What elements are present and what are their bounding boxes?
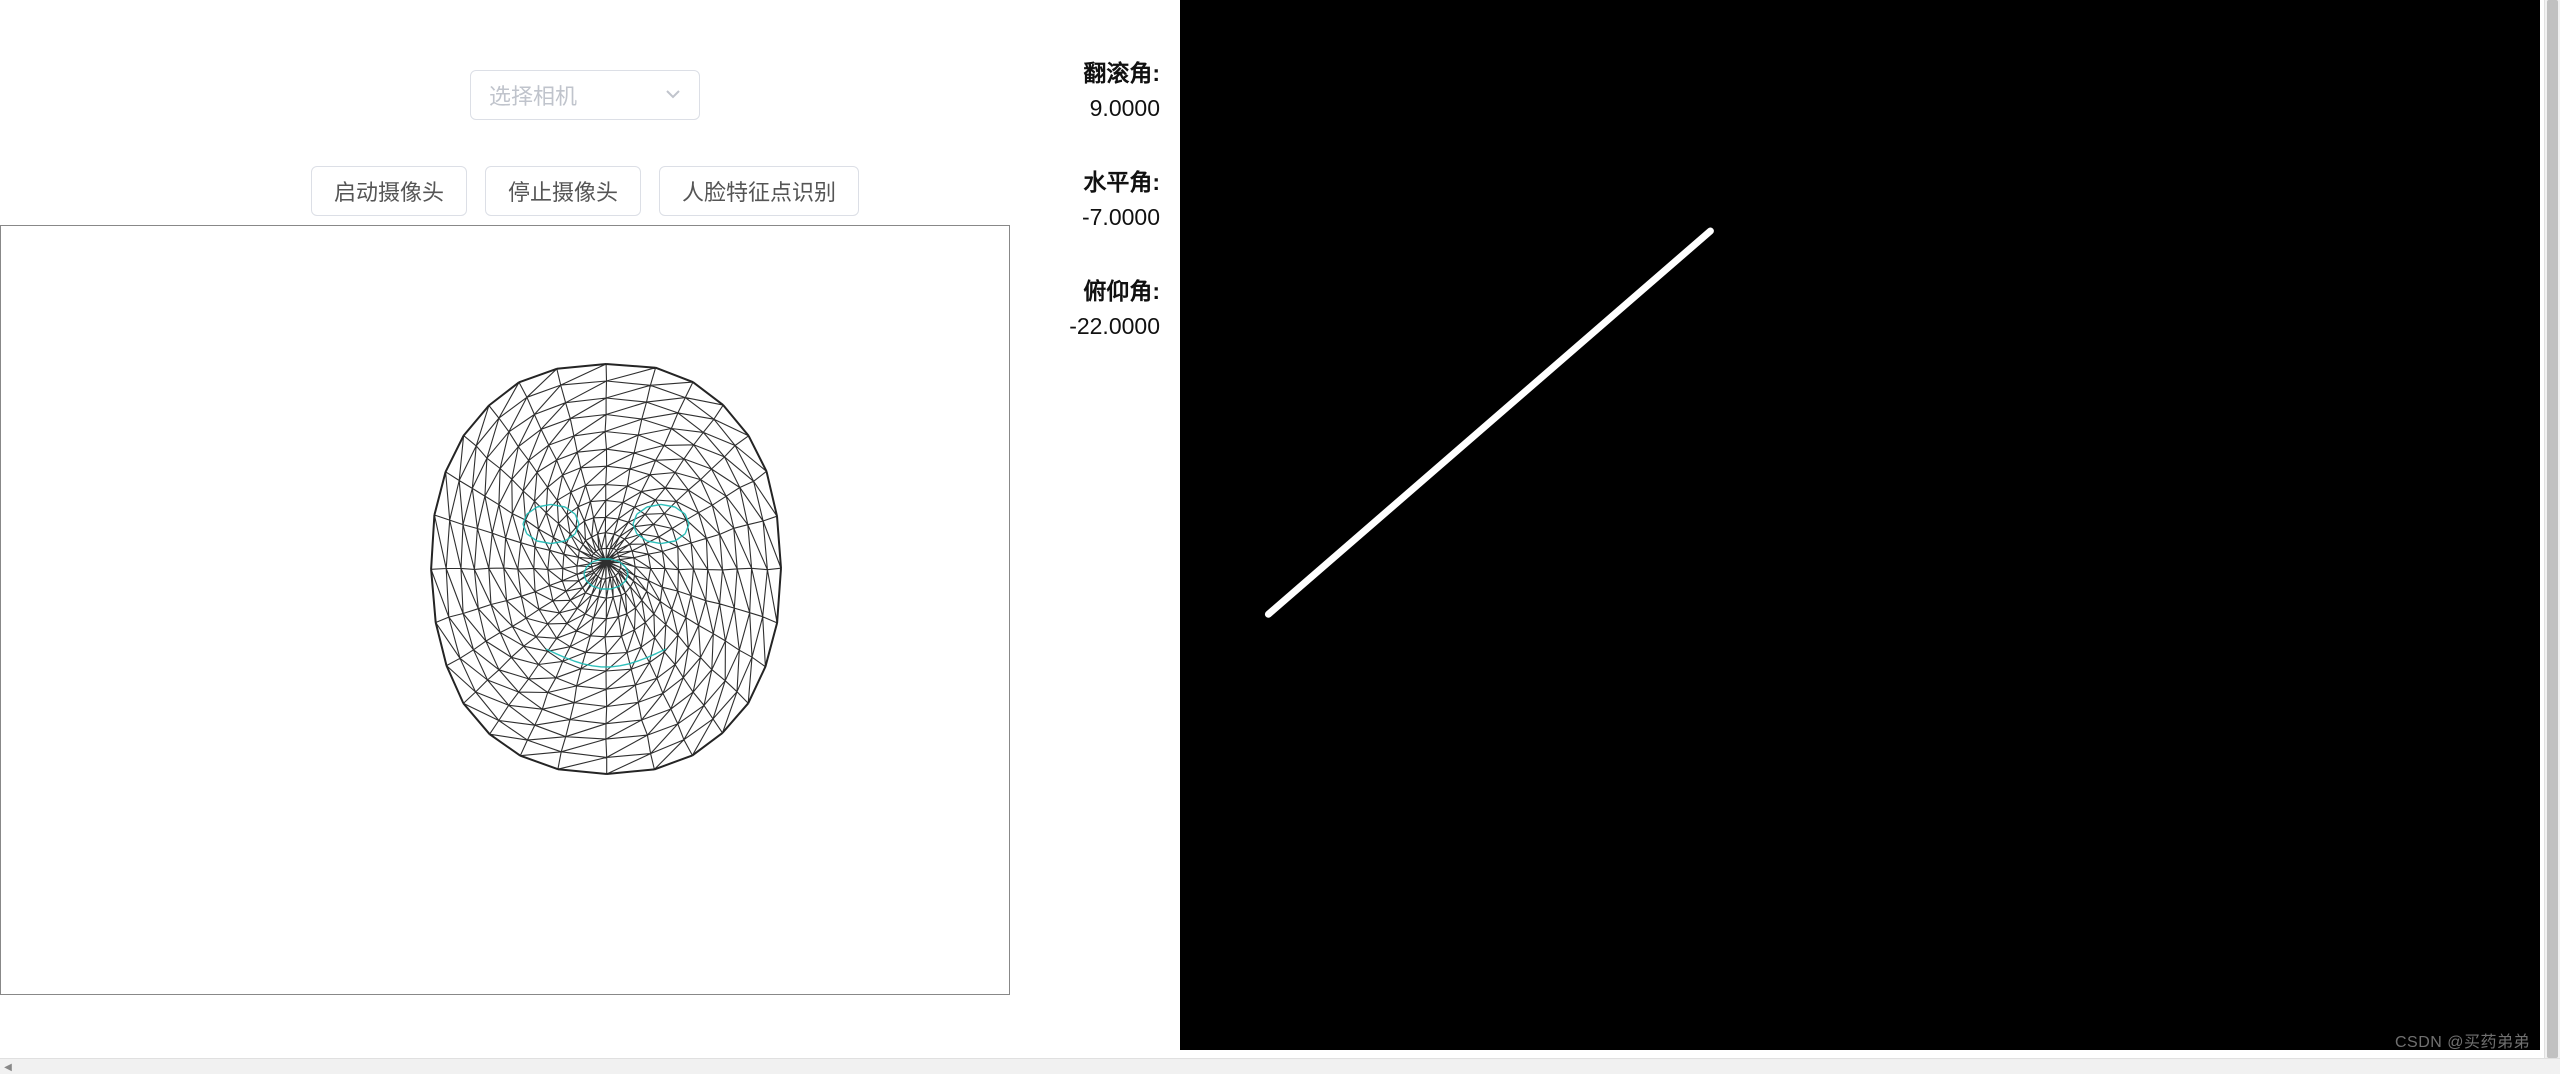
scroll-left-icon[interactable]: ◀: [0, 1059, 16, 1074]
vertical-scrollbar-thumb[interactable]: [2547, 0, 2558, 1058]
stop-camera-button[interactable]: 停止摄像头: [485, 166, 641, 216]
pitch-value: -22.0000: [1040, 309, 1160, 344]
face-mesh-icon: [411, 354, 801, 784]
yaw-label: 水平角:: [1040, 165, 1160, 200]
three-d-view[interactable]: [1180, 0, 2540, 1050]
overlay-line: [1268, 231, 1710, 614]
yaw-value: -7.0000: [1040, 200, 1160, 235]
start-camera-button[interactable]: 启动摄像头: [311, 166, 467, 216]
horizontal-scrollbar[interactable]: ◀: [0, 1058, 2560, 1074]
pitch-label: 俯仰角:: [1040, 274, 1160, 309]
left-pane: 选择相机 启动摄像头 停止摄像头 人脸特征点识别: [0, 0, 1170, 1050]
watermark-text: CSDN @买药弟弟: [2395, 1028, 2530, 1052]
chevron-down-icon: [665, 82, 681, 108]
angle-stats: 翻滚角: 9.0000 水平角: -7.0000 俯仰角: -22.0000: [1040, 56, 1160, 383]
yaw-stat: 水平角: -7.0000: [1040, 165, 1160, 234]
start-camera-label: 启动摄像头: [334, 175, 444, 207]
controls-area: 选择相机 启动摄像头 停止摄像头 人脸特征点识别: [0, 70, 1170, 216]
camera-select-placeholder: 选择相机: [489, 79, 577, 111]
stop-camera-label: 停止摄像头: [508, 175, 618, 207]
overlay-line-svg: [1180, 0, 2540, 1050]
face-landmark-label: 人脸特征点识别: [682, 175, 836, 207]
app-viewport: 选择相机 启动摄像头 停止摄像头 人脸特征点识别 翻滚角: 9.0000: [0, 0, 2560, 1074]
roll-label: 翻滚角:: [1040, 56, 1160, 91]
button-row: 启动摄像头 停止摄像头 人脸特征点识别: [0, 166, 1170, 216]
roll-stat: 翻滚角: 9.0000: [1040, 56, 1160, 125]
pitch-stat: 俯仰角: -22.0000: [1040, 274, 1160, 343]
roll-value: 9.0000: [1040, 91, 1160, 126]
vertical-scrollbar[interactable]: [2544, 0, 2560, 1058]
camera-select[interactable]: 选择相机: [470, 70, 700, 120]
face-landmark-button[interactable]: 人脸特征点识别: [659, 166, 859, 216]
camera-select-row: 选择相机: [0, 70, 1170, 120]
camera-canvas: [0, 225, 1010, 995]
